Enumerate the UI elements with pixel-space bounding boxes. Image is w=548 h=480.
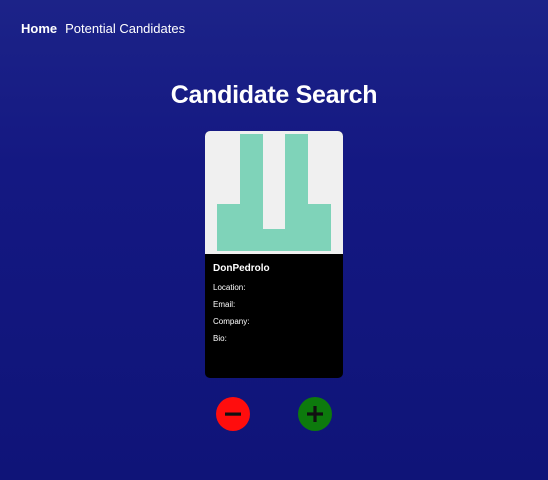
accept-candidate-button[interactable] xyxy=(298,397,332,431)
reject-candidate-button[interactable] xyxy=(216,397,250,431)
identicon-avatar xyxy=(217,134,331,251)
candidate-card: DonPedrolo Location: Email: Company: Bio… xyxy=(205,131,343,378)
page-title: Candidate Search xyxy=(170,81,378,109)
candidate-company: Company: xyxy=(213,317,250,326)
candidate-details: DonPedrolo Location: Email: Company: Bio… xyxy=(205,254,343,360)
minus-icon xyxy=(225,412,241,416)
candidate-bio: Bio: xyxy=(213,334,227,343)
candidate-username: DonPedrolo xyxy=(213,263,270,274)
candidate-location: Location: xyxy=(213,283,246,292)
nav-home-link[interactable]: Home xyxy=(21,21,57,37)
identicon-notch xyxy=(263,204,285,229)
top-nav: Home Potential Candidates xyxy=(21,21,185,37)
plus-icon xyxy=(307,406,323,422)
nav-potential-candidates-link[interactable]: Potential Candidates xyxy=(65,21,185,37)
avatar xyxy=(205,131,343,254)
candidate-email: Email: xyxy=(213,300,236,309)
